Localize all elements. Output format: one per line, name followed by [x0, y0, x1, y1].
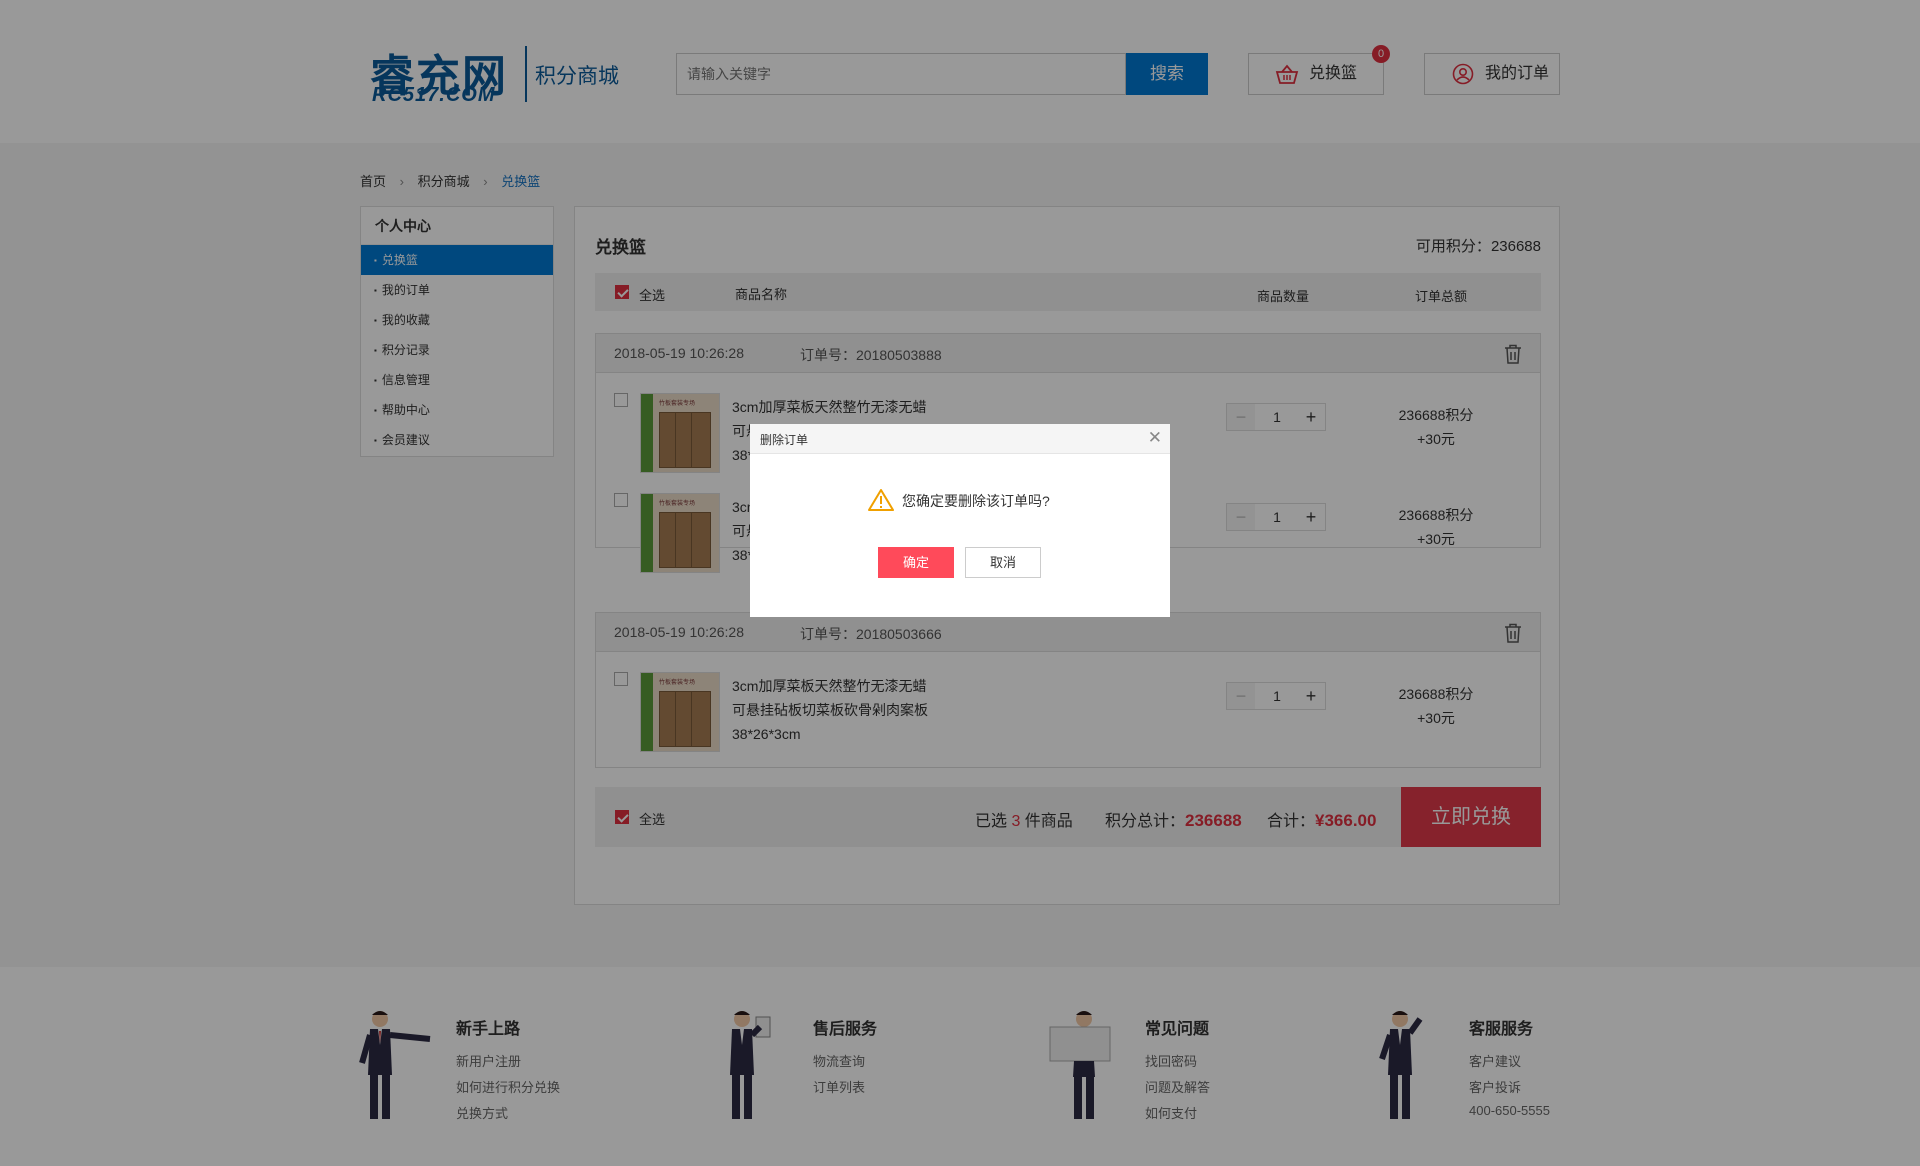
- dialog-header: 删除订单 ✕: [750, 424, 1170, 454]
- warning-icon: [868, 489, 894, 511]
- dialog-message: 您确定要删除该订单吗?: [902, 493, 1050, 509]
- close-icon[interactable]: ✕: [1148, 428, 1162, 448]
- cancel-button[interactable]: 取消: [965, 547, 1041, 578]
- delete-order-dialog: 删除订单 ✕ 您确定要删除该订单吗? 确定 取消: [750, 424, 1170, 617]
- confirm-button[interactable]: 确定: [878, 547, 954, 578]
- dialog-title: 删除订单: [760, 433, 809, 447]
